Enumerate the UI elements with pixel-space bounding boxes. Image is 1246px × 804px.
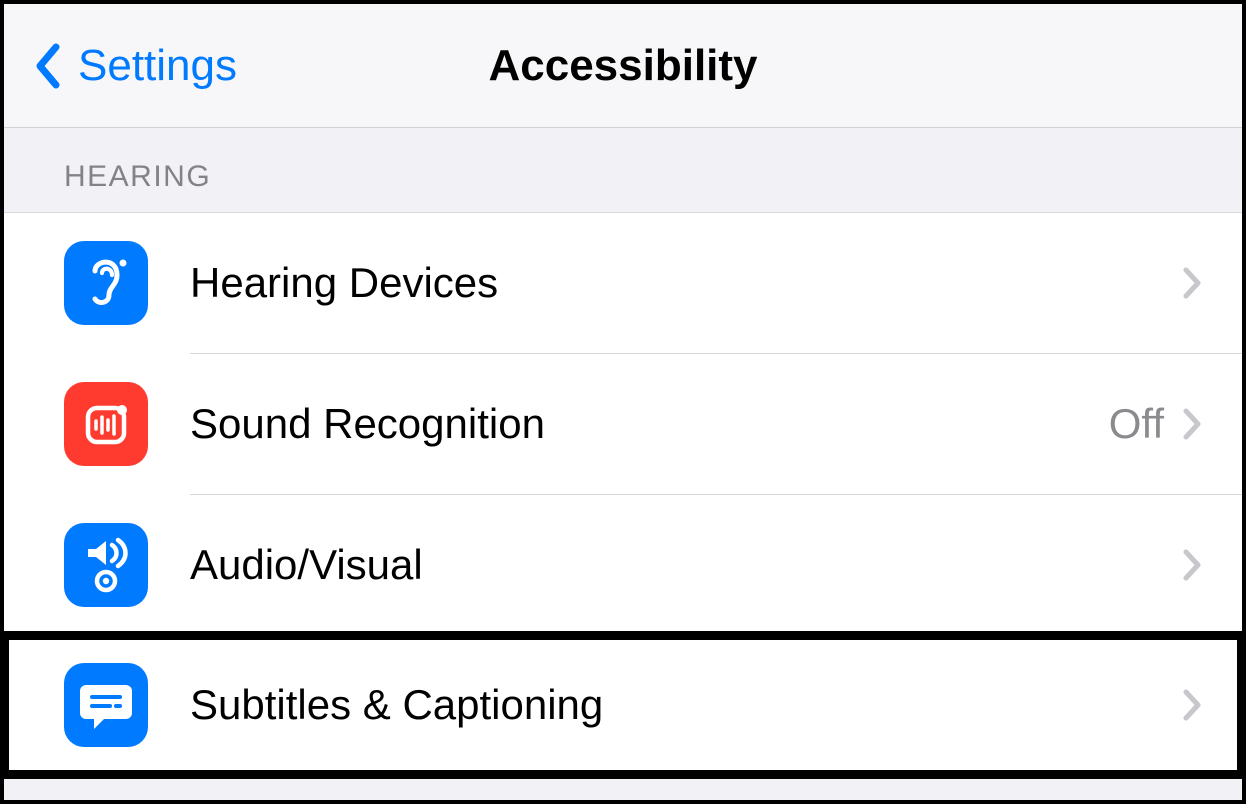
back-button[interactable]: Settings bbox=[4, 41, 237, 91]
nav-bar: Settings Accessibility bbox=[4, 4, 1242, 128]
chevron-right-icon bbox=[1182, 407, 1202, 441]
chevron-right-icon bbox=[1182, 688, 1202, 722]
row-detail: Off bbox=[1109, 400, 1164, 448]
row-label: Subtitles & Captioning bbox=[190, 681, 1182, 729]
accessibility-settings-screen: Settings Accessibility HEARING Hearing D… bbox=[0, 0, 1246, 804]
row-label: Sound Recognition bbox=[190, 400, 1109, 448]
section-header-hearing: HEARING bbox=[4, 128, 1242, 212]
row-audio-visual[interactable]: Audio/Visual bbox=[4, 495, 1242, 635]
sound-recognition-icon bbox=[64, 382, 148, 466]
row-subtitles-captioning[interactable]: Subtitles & Captioning bbox=[4, 635, 1242, 775]
settings-list: Hearing Devices Sound Recognition Off bbox=[4, 212, 1242, 776]
chevron-left-icon bbox=[34, 43, 60, 89]
row-sound-recognition[interactable]: Sound Recognition Off bbox=[4, 354, 1242, 494]
chevron-right-icon bbox=[1182, 548, 1202, 582]
audio-visual-icon bbox=[64, 523, 148, 607]
captions-icon bbox=[64, 663, 148, 747]
chevron-right-icon bbox=[1182, 266, 1202, 300]
ear-icon bbox=[64, 241, 148, 325]
back-label: Settings bbox=[78, 41, 237, 91]
row-label: Audio/Visual bbox=[190, 541, 1182, 589]
row-label: Hearing Devices bbox=[190, 259, 1182, 307]
row-hearing-devices[interactable]: Hearing Devices bbox=[4, 213, 1242, 353]
